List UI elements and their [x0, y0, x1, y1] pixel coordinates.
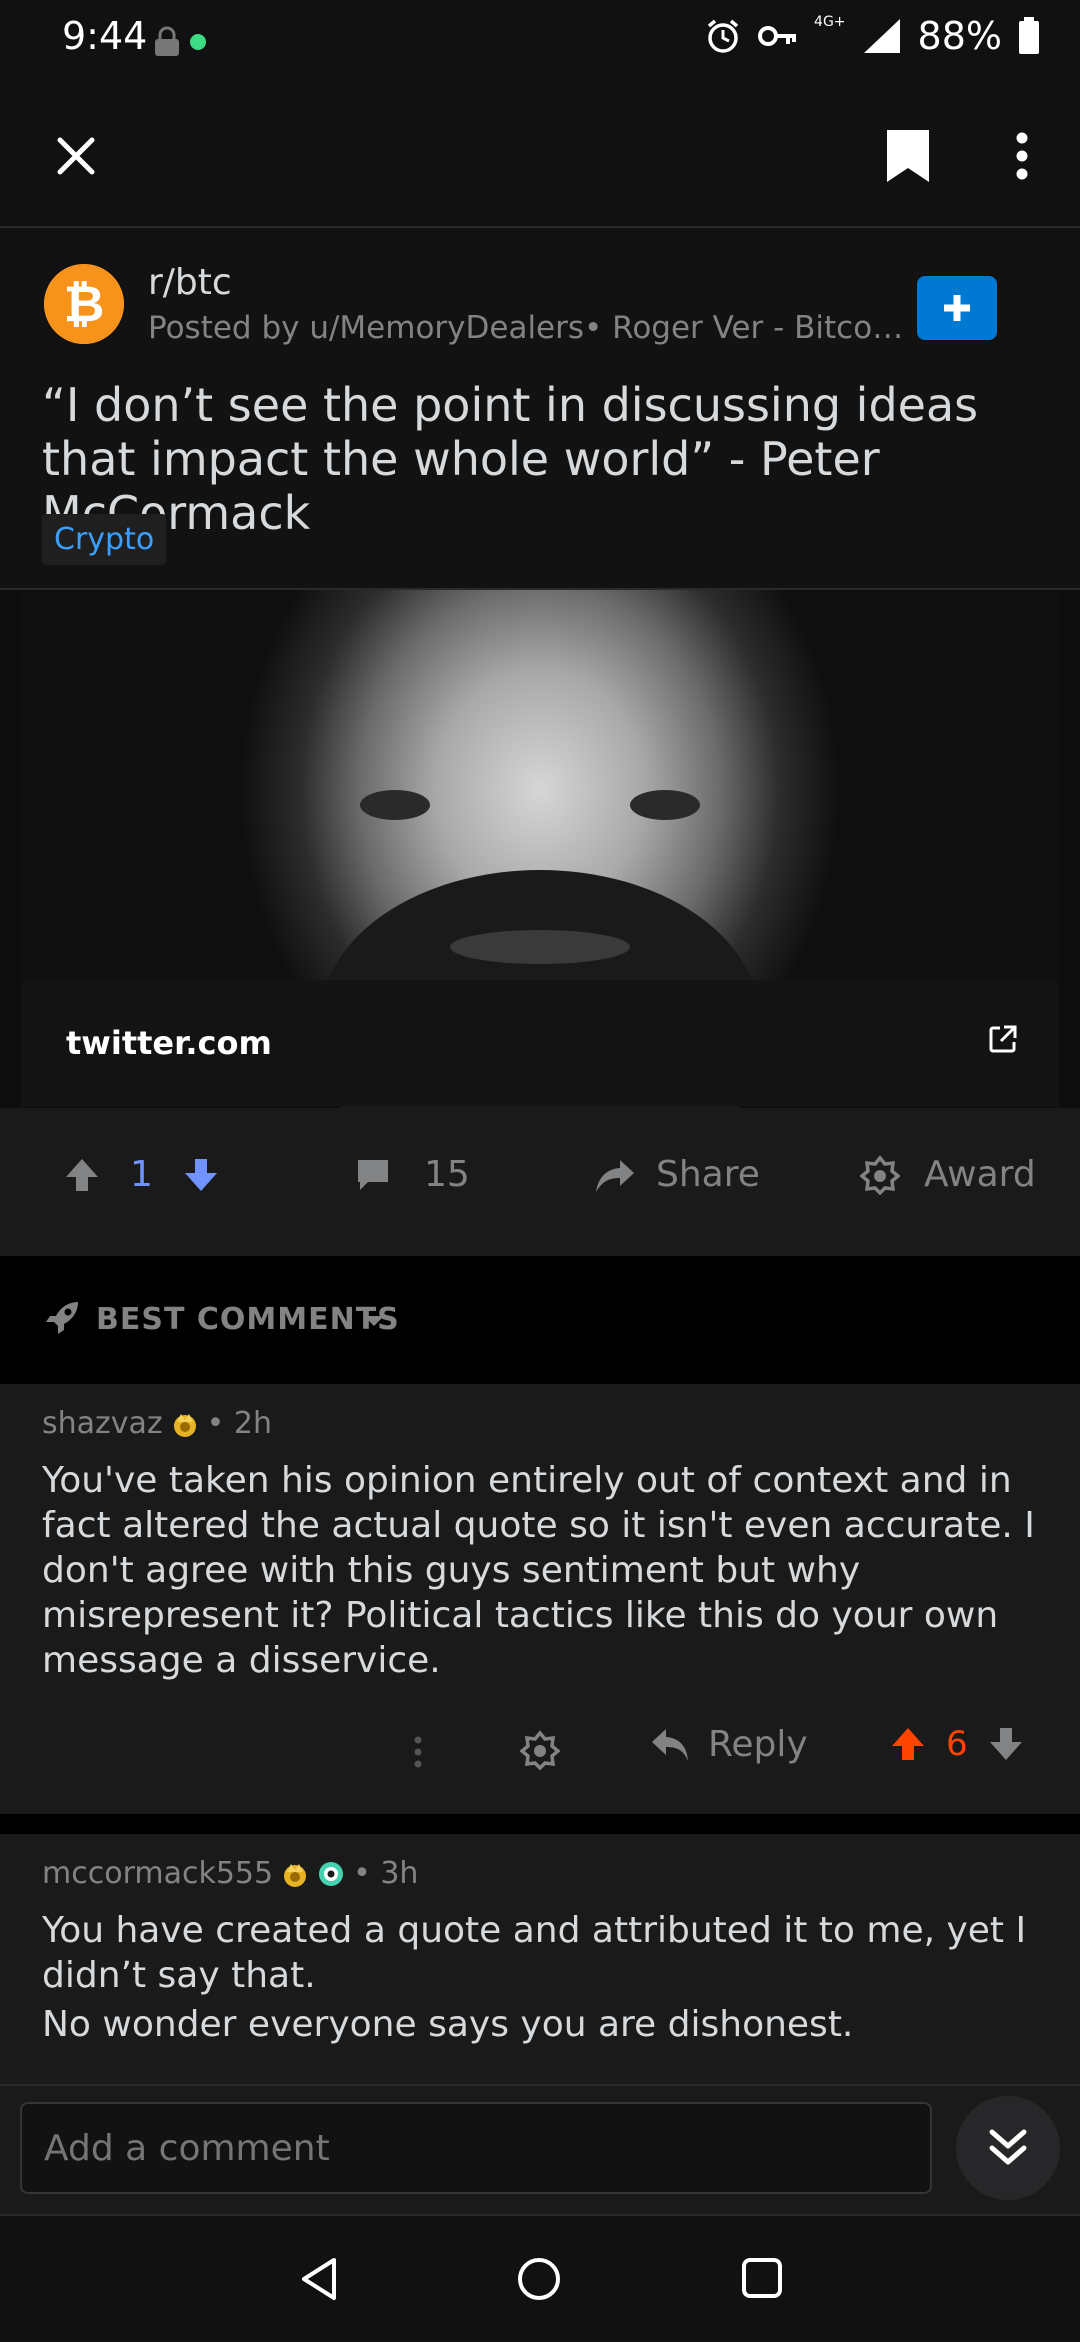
comment-body: You have created a quote and attributed … [42, 1910, 1027, 1996]
alarm-icon [707, 19, 739, 53]
share-button[interactable]: Share [594, 1154, 760, 1195]
system-nav-bar [0, 2214, 1080, 2342]
link-bar[interactable]: twitter.com [22, 980, 1058, 1106]
comments-button[interactable]: 15 [354, 1154, 470, 1195]
lock-icon [155, 26, 179, 56]
user-badge-icon [173, 1413, 196, 1437]
comment-more-button[interactable] [406, 1730, 430, 1774]
comment-time: • 3h [353, 1856, 419, 1891]
post-top-bar [0, 84, 1080, 228]
comment-icon [358, 1159, 388, 1190]
comment: shazvaz • 2h You've taken his opinion en… [0, 1384, 1080, 1814]
reply-icon [652, 1728, 688, 1761]
award-icon [519, 1730, 561, 1771]
plus-icon [944, 295, 970, 321]
add-comment-input[interactable] [20, 2102, 932, 2194]
share-icon [596, 1159, 634, 1192]
status-time: 9:44 [62, 14, 148, 58]
link-domain: twitter.com [66, 1024, 272, 1062]
join-button[interactable] [917, 276, 997, 340]
comment-meta: mccormack555 • 3h [42, 1856, 418, 1891]
sort-label[interactable]: BEST COMMENTS [96, 1302, 400, 1337]
dot-icon [190, 34, 206, 50]
save-button[interactable] [872, 120, 944, 192]
comment-score: 6 [946, 1724, 968, 1764]
status-icons: 4G+ 88% [704, 14, 1040, 58]
share-label: Share [656, 1154, 760, 1195]
post-flair[interactable]: Crypto [42, 514, 167, 565]
rocket-icon [46, 1302, 78, 1334]
comment-author[interactable]: shazvaz [42, 1406, 163, 1441]
comment-meta: shazvaz • 2h [42, 1406, 272, 1441]
external-link-icon [989, 1025, 1017, 1053]
recents-icon[interactable] [740, 2256, 784, 2300]
jump-to-next-button[interactable] [956, 2096, 1060, 2200]
flair-badge-icon [319, 1861, 344, 1886]
more-vertical-icon [414, 1736, 422, 1768]
downvote-icon[interactable] [986, 1724, 1026, 1764]
key-icon [758, 26, 797, 46]
comment-body: You've taken his opinion entirely out of… [42, 1460, 1035, 1681]
back-icon[interactable] [298, 2256, 340, 2302]
reply-button[interactable]: Reply [650, 1724, 808, 1765]
subreddit-name[interactable]: r/btc [148, 262, 232, 303]
battery-percent: 88% [917, 14, 1002, 58]
home-icon[interactable] [516, 2256, 562, 2302]
close-button[interactable] [40, 120, 112, 192]
vote-count: 1 [130, 1154, 153, 1195]
more-options-button[interactable] [986, 120, 1058, 192]
user-badge-icon [284, 1863, 307, 1887]
svg-text:₿: ₿ [64, 275, 105, 333]
comment-award-button[interactable] [519, 1730, 561, 1774]
comment-time: • 2h [206, 1406, 273, 1441]
link-preview[interactable]: twitter.com [0, 588, 1080, 1112]
award-button[interactable]: Award [860, 1154, 1036, 1195]
status-bar: 9:44 4G+ 88% [0, 0, 1080, 84]
close-icon [57, 137, 95, 175]
award-label: Award [924, 1154, 1036, 1195]
signal-icon [863, 19, 900, 53]
comment-separator [0, 1814, 1080, 1834]
comment-vote-group: 6 [888, 1724, 1026, 1764]
downvote-icon[interactable] [181, 1155, 221, 1195]
vote-group: 1 [62, 1154, 221, 1195]
post-actions: 1 15 Share Award [0, 1108, 1080, 1256]
more-vertical-icon [1016, 132, 1028, 180]
upvote-icon[interactable] [62, 1155, 102, 1195]
posted-by[interactable]: Posted by u/MemoryDealers• Roger Ver - B… [148, 310, 908, 346]
comment: mccormack555 • 3h You have created a quo… [0, 1834, 1080, 2100]
comment-count: 15 [424, 1154, 470, 1195]
subreddit-avatar[interactable]: ₿ [44, 264, 124, 344]
network-type: 4G+ [814, 14, 846, 30]
battery-icon [1019, 17, 1039, 54]
comment-body-paragraph: No wonder everyone says you are dishones… [42, 2004, 854, 2045]
reply-label: Reply [708, 1724, 808, 1765]
award-icon [860, 1154, 900, 1195]
status-notifications [152, 26, 206, 58]
bookmark-icon [887, 130, 929, 182]
comment-author[interactable]: mccormack555 [42, 1856, 273, 1891]
upvote-icon[interactable] [888, 1724, 928, 1764]
bitcoin-icon: ₿ [44, 264, 124, 344]
post-title: “I don’t see the point in discussing ide… [42, 378, 979, 540]
double-chevron-down-icon [989, 2129, 1027, 2165]
